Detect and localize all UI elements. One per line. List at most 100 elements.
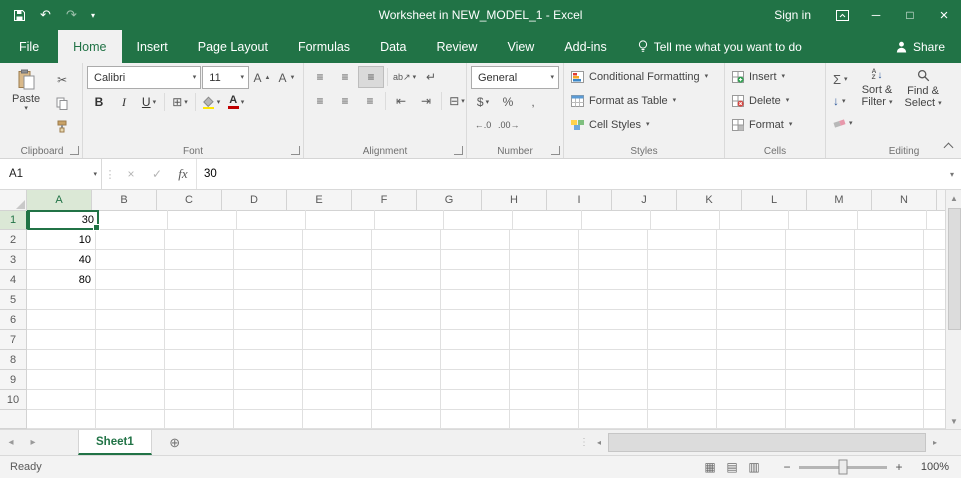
copy-button[interactable] (50, 93, 74, 113)
cell-F7[interactable] (372, 330, 441, 350)
decrease-decimal-button[interactable]: .00→ (496, 115, 522, 135)
cell-I6[interactable] (579, 310, 648, 330)
cell-F6[interactable] (372, 310, 441, 330)
cell-N7[interactable] (924, 330, 945, 350)
cell-L9[interactable] (786, 370, 855, 390)
cell-G9[interactable] (441, 370, 510, 390)
increase-indent-button[interactable]: ⇥ (414, 91, 438, 111)
column-header-I[interactable]: I (547, 190, 612, 211)
column-header-C[interactable]: C (157, 190, 222, 211)
cell-G7[interactable] (441, 330, 510, 350)
save-button[interactable] (7, 2, 32, 28)
column-header-G[interactable]: G (417, 190, 482, 211)
cell-D4[interactable] (234, 270, 303, 290)
cell-I9[interactable] (579, 370, 648, 390)
cell-D10[interactable] (234, 390, 303, 410)
cell-N3[interactable] (924, 250, 945, 270)
paste-button[interactable]: Paste ▾ (6, 66, 46, 136)
cell-K4[interactable] (717, 270, 786, 290)
cell-L7[interactable] (786, 330, 855, 350)
cell-M10[interactable] (855, 390, 924, 410)
cell-D9[interactable] (234, 370, 303, 390)
zoom-slider[interactable] (799, 459, 887, 475)
cell-G10[interactable] (441, 390, 510, 410)
bottom-align-button[interactable]: ≡ (358, 66, 384, 88)
cell-M8[interactable] (855, 350, 924, 370)
cell-A4[interactable]: 80 (27, 270, 96, 290)
cell-J8[interactable] (648, 350, 717, 370)
row-header-2[interactable]: 2 (0, 230, 27, 250)
cut-button[interactable]: ✂ (50, 70, 74, 90)
cell-A3[interactable]: 40 (27, 250, 96, 270)
font-color-button[interactable]: A ▾ (224, 92, 248, 112)
font-name-combo[interactable]: Calibri ▾ (87, 66, 202, 89)
cell-M3[interactable] (855, 250, 924, 270)
vertical-scroll-track[interactable] (946, 206, 961, 413)
horizontal-scroll-track[interactable] (607, 430, 927, 455)
cell-H6[interactable] (510, 310, 579, 330)
cell-G3[interactable] (441, 250, 510, 270)
clipboard-dialog-launcher[interactable] (70, 146, 79, 155)
cell-J3[interactable] (648, 250, 717, 270)
row-header-7[interactable]: 7 (0, 330, 27, 350)
comma-style-button[interactable]: , (521, 92, 545, 112)
cell-B6[interactable] (96, 310, 165, 330)
cell-C9[interactable] (165, 370, 234, 390)
top-align-button[interactable]: ≡ (308, 67, 332, 87)
cell-E3[interactable] (303, 250, 372, 270)
horizontal-scrollbar[interactable]: ◂ ▸ (591, 430, 943, 455)
scroll-up-button[interactable]: ▲ (946, 190, 961, 206)
cell-F1[interactable] (375, 210, 444, 230)
zoom-slider-handle[interactable] (838, 459, 848, 475)
percent-style-button[interactable]: % (496, 92, 520, 112)
merge-center-button[interactable]: ⊟ ▾ (445, 91, 469, 111)
borders-button[interactable]: ⊞ ▾ (168, 92, 192, 112)
ribbon-tab-page-layout[interactable]: Page Layout (183, 30, 283, 63)
number-format-combo[interactable]: General ▾ (471, 66, 559, 89)
cell-G6[interactable] (441, 310, 510, 330)
cell-C4[interactable] (165, 270, 234, 290)
cell-F3[interactable] (372, 250, 441, 270)
autosum-button[interactable]: Σ ▾ (830, 69, 856, 89)
font-size-combo[interactable]: 11 ▾ (202, 66, 249, 89)
column-header-F[interactable]: F (352, 190, 417, 211)
increase-decimal-button[interactable]: ←.0 (471, 115, 495, 135)
align-center-button[interactable]: ≡ (333, 91, 357, 111)
cell-L2[interactable] (786, 230, 855, 250)
cell-A10[interactable] (27, 390, 96, 410)
cell-D1[interactable] (237, 210, 306, 230)
bold-button[interactable]: B (87, 92, 111, 112)
cell-I5[interactable] (579, 290, 648, 310)
cell-I8[interactable] (579, 350, 648, 370)
cell-C7[interactable] (165, 330, 234, 350)
row-header-8[interactable]: 8 (0, 350, 27, 370)
fill-color-button[interactable]: ▾ (199, 92, 223, 112)
cell-K10[interactable] (717, 390, 786, 410)
redo-button[interactable]: ↷ (59, 2, 84, 28)
cell-D6[interactable] (234, 310, 303, 330)
vertical-scrollbar[interactable]: ▲ ▼ (945, 190, 961, 429)
cell-F5[interactable] (372, 290, 441, 310)
cell-E8[interactable] (303, 350, 372, 370)
page-break-view-button[interactable]: ▥ (745, 458, 763, 476)
new-sheet-button[interactable]: ⊕ (160, 430, 190, 455)
cell-J2[interactable] (648, 230, 717, 250)
cell-H10[interactable] (510, 390, 579, 410)
wrap-text-button[interactable]: ↵ (419, 67, 443, 87)
name-box[interactable]: A1 ▾ (0, 159, 102, 189)
cell-G5[interactable] (441, 290, 510, 310)
fill-handle[interactable] (93, 224, 100, 231)
delete-cells-button[interactable]: Delete ▾ (729, 90, 821, 111)
cell-K6[interactable] (717, 310, 786, 330)
ribbon-tab-view[interactable]: View (492, 30, 549, 63)
undo-button[interactable]: ↶ (33, 2, 58, 28)
cell-B8[interactable] (96, 350, 165, 370)
cell-C2[interactable] (165, 230, 234, 250)
cell-N8[interactable] (924, 350, 945, 370)
sort-filter-button[interactable]: A Z ↓ Sort & Filter ▾ (856, 66, 899, 133)
ribbon-tab-data[interactable]: Data (365, 30, 421, 63)
cell-M2[interactable] (855, 230, 924, 250)
cell-I3[interactable] (579, 250, 648, 270)
row-header-5[interactable]: 5 (0, 290, 27, 310)
cell-H3[interactable] (510, 250, 579, 270)
